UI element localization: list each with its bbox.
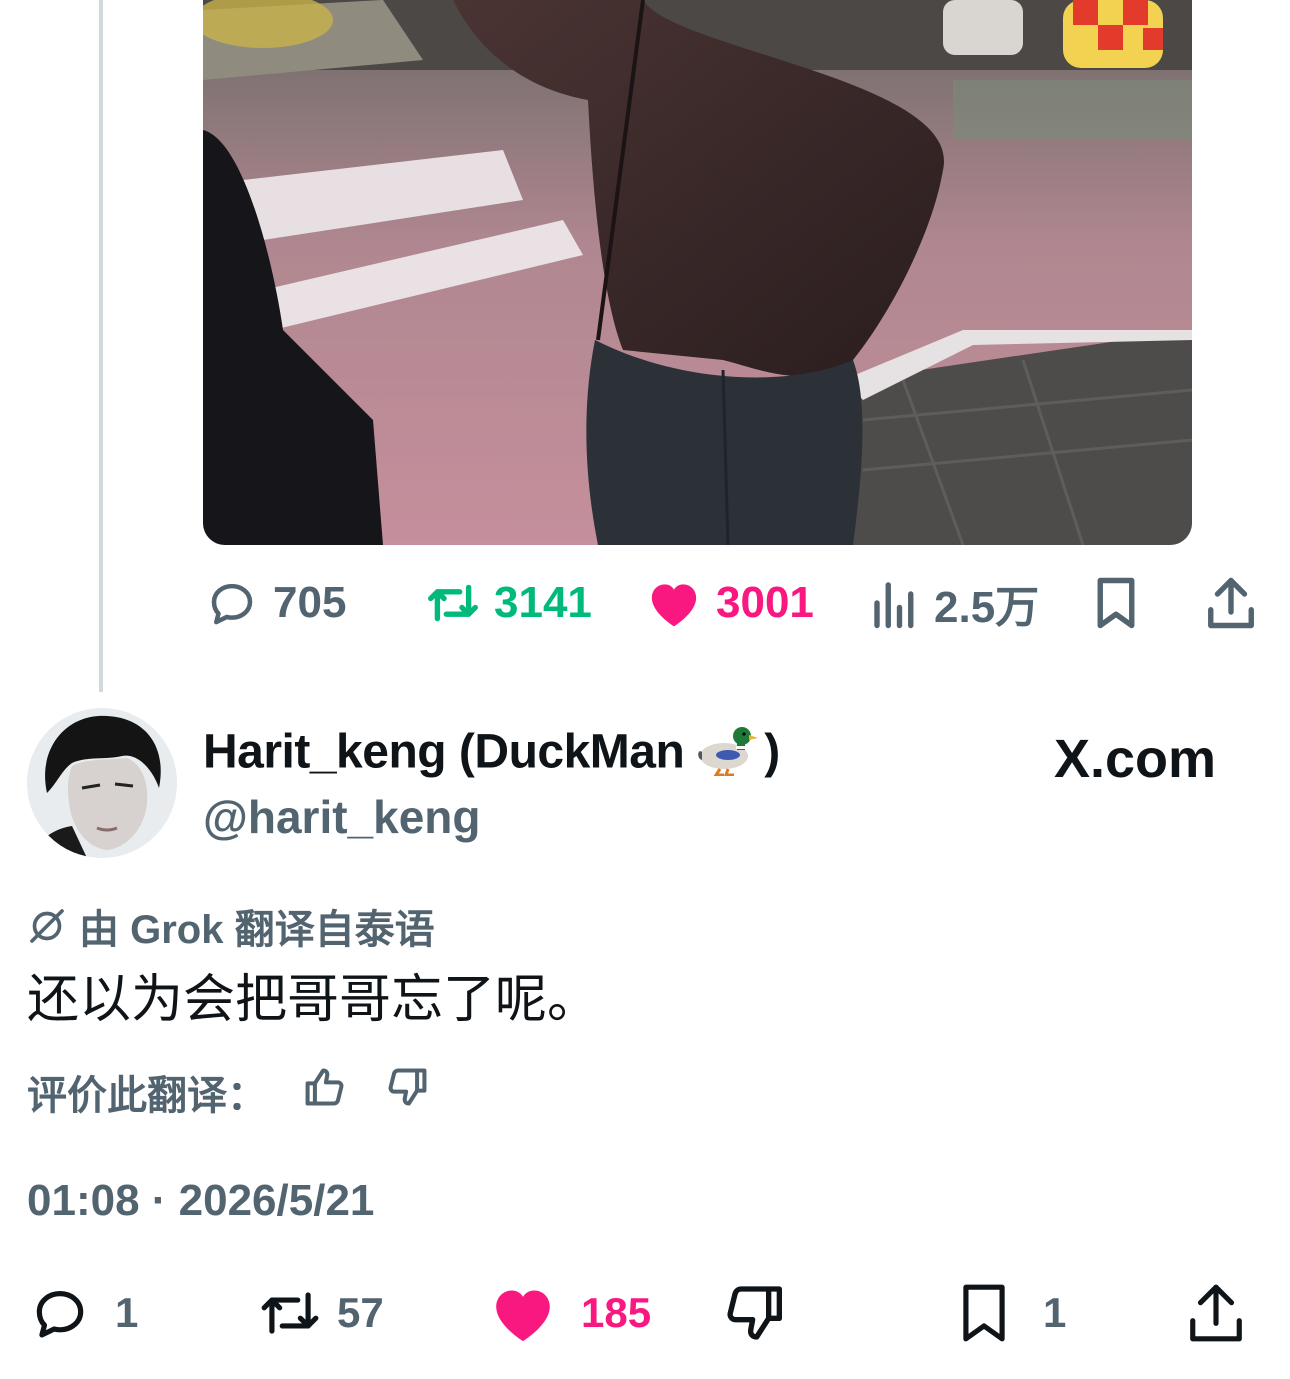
like-button[interactable]: 3001: [646, 572, 814, 634]
retweet-button[interactable]: 57: [255, 1280, 384, 1346]
heart-icon: [651, 584, 697, 627]
retweet-icon: [428, 584, 478, 622]
thumbs-down-icon: [727, 1286, 782, 1340]
reply-icon: [36, 1291, 84, 1338]
views-count: 2.5万: [934, 583, 1040, 632]
retweet-icon: [261, 1292, 319, 1334]
thumbs-down-icon: [388, 1068, 427, 1106]
reply-icon: [211, 583, 253, 625]
like-count: 185: [581, 1289, 652, 1336]
reply-count: 705: [273, 578, 347, 627]
like-count: 3001: [716, 578, 814, 627]
grok-icon: [30, 909, 64, 943]
thumbs-down-button[interactable]: [385, 1065, 429, 1119]
rate-translation: 评价此翻译：: [27, 1062, 429, 1122]
display-name-close: ): [764, 725, 780, 779]
bookmark-count: 1: [1043, 1289, 1067, 1336]
bookmark-icon: [1097, 577, 1135, 629]
retweet-button[interactable]: 3141: [424, 572, 592, 634]
tweet-text: 还以为会把哥哥忘了呢。: [27, 971, 600, 1029]
thumbs-up-icon: [305, 1068, 344, 1106]
reply-button[interactable]: 705: [205, 572, 346, 634]
rate-translation-label: 评价此翻译：: [27, 1074, 267, 1118]
duck-emoji: [694, 722, 759, 788]
like-button[interactable]: 185: [489, 1280, 651, 1346]
tweet-timestamp[interactable]: 01:08 · 2026/5/21: [27, 1176, 374, 1226]
bookmark-button[interactable]: [1092, 572, 1140, 634]
retweet-count: 3141: [494, 578, 592, 627]
views-icon: [874, 582, 914, 629]
thumbs-up-button[interactable]: [303, 1065, 347, 1119]
avatar[interactable]: [27, 708, 177, 858]
heart-icon: [496, 1290, 550, 1342]
share-button[interactable]: [1186, 1280, 1246, 1346]
dislike-button[interactable]: [722, 1280, 786, 1346]
share-icon: [1190, 1284, 1242, 1342]
translation-note[interactable]: 由 Grok 翻译自泰语: [27, 900, 435, 952]
reply-count: 1: [115, 1289, 139, 1336]
display-name[interactable]: Harit_keng (DuckMan ): [203, 722, 780, 788]
bookmark-button[interactable]: 1: [955, 1280, 1066, 1346]
views-button[interactable]: 2.5万: [872, 572, 1039, 634]
tweet-photo[interactable]: [203, 0, 1192, 545]
share-icon: [1208, 577, 1254, 629]
retweet-count: 57: [337, 1289, 384, 1336]
translation-note-text: 由 Grok 翻译自泰语: [79, 908, 435, 952]
reply-button[interactable]: 1: [27, 1280, 138, 1346]
display-name-text: Harit_keng (DuckMan: [203, 725, 685, 779]
x-com-badge: X.com: [1054, 729, 1217, 789]
thread-connector-line: [99, 0, 103, 692]
bookmark-icon: [963, 1284, 1005, 1342]
user-handle[interactable]: @harit_keng: [203, 790, 480, 844]
share-button[interactable]: [1206, 572, 1256, 634]
